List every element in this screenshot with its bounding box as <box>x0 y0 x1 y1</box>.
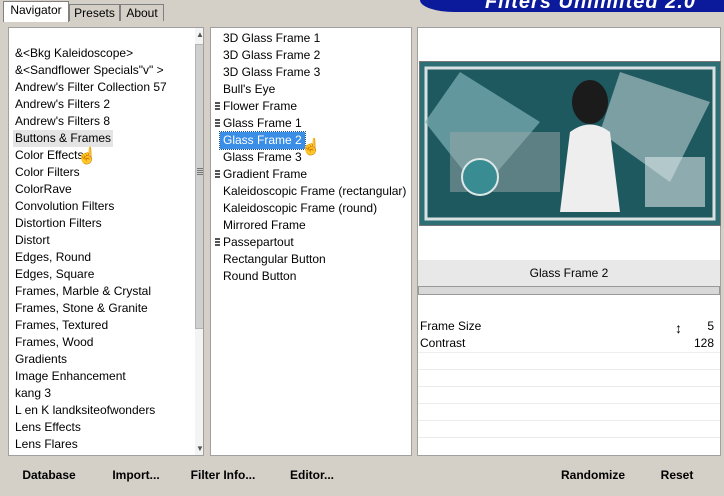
filter-item[interactable]: Glass Frame 1 <box>223 115 302 132</box>
filter-item[interactable]: Bull's Eye <box>223 81 275 98</box>
scroll-up-arrow-icon[interactable]: ▲ <box>196 30 203 39</box>
category-item[interactable]: Frames, Wood <box>15 334 93 351</box>
category-item[interactable]: Frames, Stone & Granite <box>15 300 148 317</box>
category-item[interactable]: Image Enhancement <box>15 368 126 385</box>
category-item[interactable]: Andrew's Filters 8 <box>15 113 110 130</box>
filter-item[interactable]: 3D Glass Frame 2 <box>223 47 320 64</box>
category-item[interactable]: Lens Flares <box>15 436 78 453</box>
parameter-divider[interactable] <box>418 286 720 295</box>
filter-item[interactable]: 3D Glass Frame 1 <box>223 30 320 47</box>
category-item[interactable]: Frames, Textured <box>15 317 108 334</box>
filter-item[interactable]: Round Button <box>223 268 296 285</box>
category-item[interactable]: Buttons & Frames <box>13 130 114 147</box>
param-contrast[interactable]: Contrast 128 <box>418 335 720 353</box>
hand-pointer-icon: ☝ <box>301 139 321 156</box>
filter-name-label: Glass Frame 2 <box>418 260 720 286</box>
category-item[interactable]: Gradients <box>15 351 67 368</box>
filter-item[interactable]: Mirrored Frame <box>223 217 306 234</box>
filter-item[interactable]: 3D Glass Frame 3 <box>223 64 320 81</box>
app-title: Filters Unlimited 2.0 <box>484 0 696 12</box>
submenu-marker-icon <box>215 119 220 128</box>
hand-pointer-icon: ☝ <box>77 148 97 165</box>
param-value: 128 <box>693 336 714 350</box>
tab-presets[interactable]: Presets <box>69 4 120 21</box>
import-button[interactable]: Import... <box>106 460 166 488</box>
category-scrollbar[interactable]: ▲ ▼ <box>195 28 203 455</box>
right-button-bar: Randomize Reset <box>417 460 721 488</box>
preview-image[interactable] <box>419 61 721 226</box>
category-item[interactable]: Andrew's Filter Collection 57 <box>15 79 167 96</box>
category-item[interactable]: Edges, Square <box>15 266 94 283</box>
filter-item[interactable]: Glass Frame 3 <box>223 149 302 166</box>
tab-about[interactable]: About <box>120 4 164 21</box>
scroll-down-arrow-icon[interactable]: ▼ <box>196 444 203 453</box>
preview-panel: Glass Frame 2 Frame Size 5 Contrast 128 … <box>417 27 721 456</box>
tab-bar: Navigator Presets About Filters Unlimite… <box>0 0 724 22</box>
filter-item[interactable]: Flower Frame <box>223 98 297 115</box>
param-label: Contrast <box>420 336 466 350</box>
submenu-marker-icon <box>215 170 220 179</box>
filter-item[interactable]: Kaleidoscopic Frame (round) <box>223 200 377 217</box>
grip-icon <box>197 168 203 175</box>
submenu-marker-icon <box>215 102 220 111</box>
category-item[interactable]: L en K landksiteofwonders <box>15 402 155 419</box>
tab-navigator[interactable]: Navigator <box>3 1 69 22</box>
filter-item[interactable]: Glass Frame 2 <box>219 131 306 150</box>
editor-button[interactable]: Editor... <box>284 460 340 488</box>
database-button[interactable]: Database <box>14 460 84 488</box>
category-list[interactable]: &<Bkg Kaleidoscope> &<Sandflower Specials… <box>8 27 204 456</box>
category-item[interactable]: Distortion Filters <box>15 215 102 232</box>
category-item[interactable]: Edges, Round <box>15 249 91 266</box>
category-item[interactable]: Andrew's Filters 2 <box>15 96 110 113</box>
reset-button[interactable]: Reset <box>649 460 705 488</box>
filter-item[interactable]: Rectangular Button <box>223 251 326 268</box>
filter-item[interactable]: Gradient Frame <box>223 166 307 183</box>
param-value: 5 <box>707 319 714 333</box>
filter-item[interactable]: Passepartout <box>223 234 294 251</box>
filter-info-button[interactable]: Filter Info... <box>188 460 258 488</box>
param-label: Frame Size <box>420 319 482 333</box>
category-item[interactable]: kang 3 <box>15 385 51 402</box>
category-item[interactable]: Color Filters <box>15 164 80 181</box>
category-item[interactable]: Lens Effects <box>15 419 81 436</box>
left-button-bar: Database Import... Filter Info... Editor… <box>8 460 412 488</box>
scrollbar-thumb[interactable] <box>195 44 203 329</box>
category-item[interactable]: Color Effects <box>15 147 83 164</box>
category-item[interactable]: Convolution Filters <box>15 198 114 215</box>
randomize-button[interactable]: Randomize <box>553 460 633 488</box>
category-item[interactable]: Frames, Marble & Crystal <box>15 283 151 300</box>
filter-list[interactable]: 3D Glass Frame 1 3D Glass Frame 2 3D Glass… <box>210 27 412 456</box>
preview-artwork <box>420 62 720 225</box>
category-item[interactable]: &<Bkg Kaleidoscope> <box>15 45 133 62</box>
parameter-grid <box>418 353 720 453</box>
filter-item[interactable]: Kaleidoscopic Frame (rectangular) <box>223 183 406 200</box>
category-item[interactable]: &<Sandflower Specials"v" > <box>15 62 164 79</box>
category-item[interactable]: ColorRave <box>15 181 72 198</box>
vertical-resize-icon: ↕ <box>675 320 682 336</box>
submenu-marker-icon <box>215 238 220 247</box>
category-item[interactable]: Distort <box>15 232 50 249</box>
app-banner: Filters Unlimited 2.0 <box>420 0 724 12</box>
